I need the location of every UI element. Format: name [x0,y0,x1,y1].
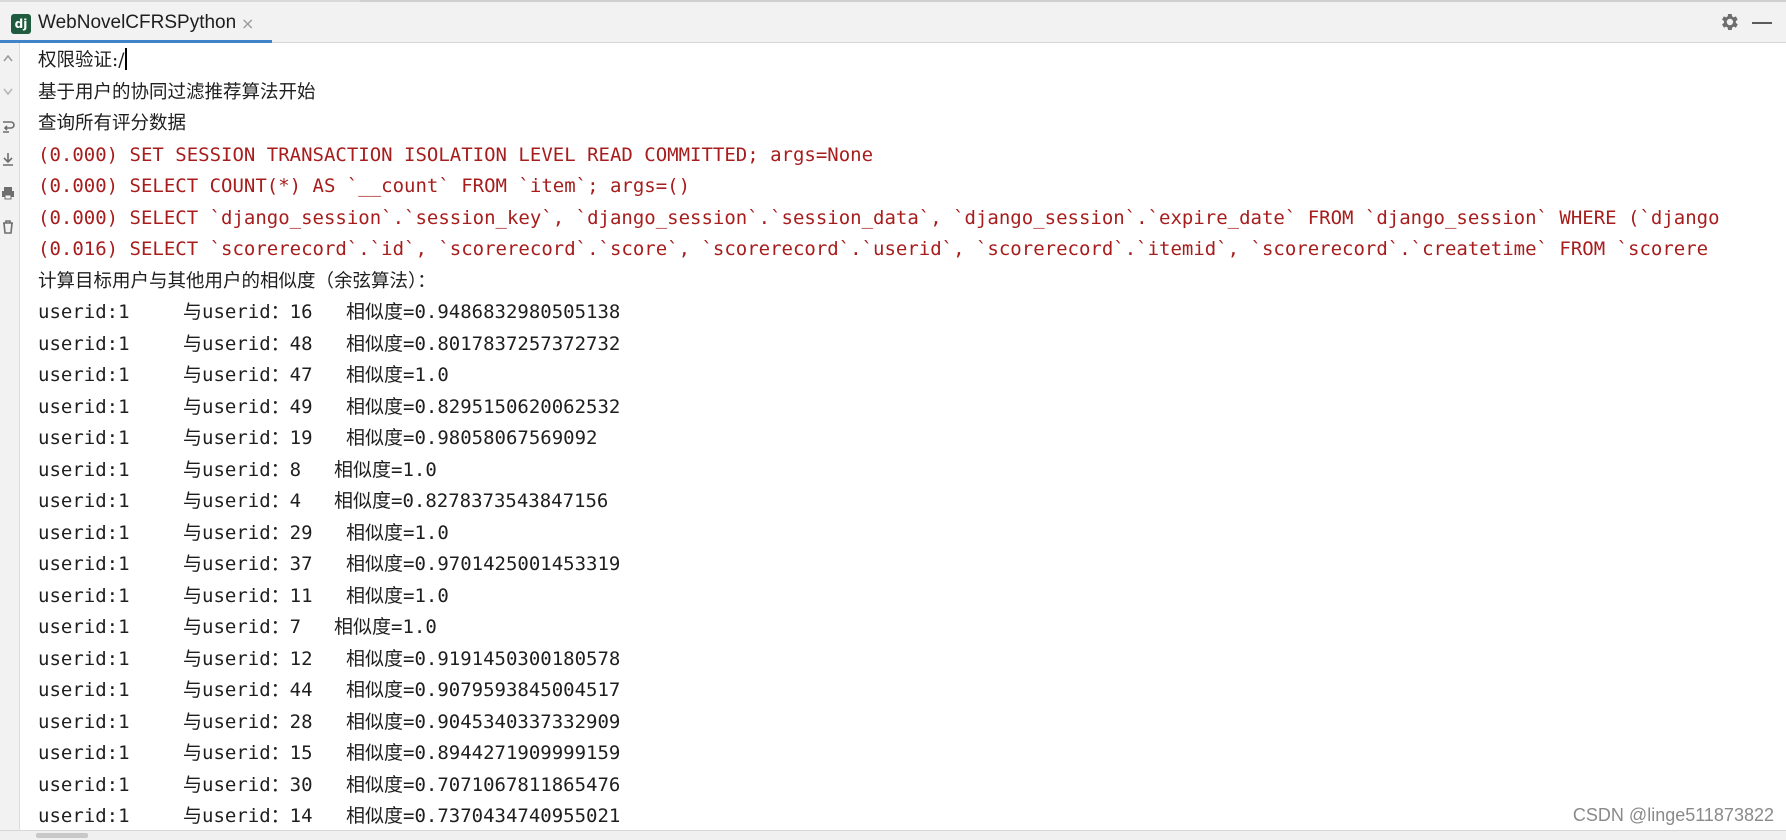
similarity-row: userid:1 与userid：49 相似度=0.8295150620062532 [38,392,1786,424]
up-arrow-icon[interactable] [0,51,16,67]
similarity-value: 相似度=0.9045340337332909 [346,710,621,733]
tool-window-header: dj WebNovelCFRSPython × [0,0,1786,43]
top-border [0,0,1786,2]
similarity-row: userid:1 与userid：4 相似度=0.8278373543847156 [38,486,1786,518]
similarity-value: 相似度=0.9079593845004517 [346,679,621,701]
source-userid: userid:1 [38,490,130,512]
similarity-value: 相似度=0.9486832980505138 [346,301,621,323]
similarity-value: 相似度=1.0 [346,521,449,544]
target-userid: 与userid：37 [183,553,313,575]
source-userid: userid:1 [38,332,130,355]
similarity-value: 相似度=0.8278373543847156 [334,490,609,512]
similarity-rows: userid:1 与userid：16 相似度=0.9486832980505138… [38,297,1786,830]
source-userid: userid:1 [38,773,130,796]
source-userid: userid:1 [38,805,130,827]
target-userid: 与userid：29 [183,521,313,544]
sql-log-line: (0.016) SELECT `scorerecord`.`id`, `scor… [38,238,1709,260]
console-output[interactable]: 权限验证:/ 基于用户的协同过滤推荐算法开始 查询所有评分数据 (0.000) … [38,45,1786,830]
source-userid: userid:1 [38,710,130,733]
target-userid: 与userid：28 [183,710,313,733]
gear-icon[interactable] [1718,11,1740,33]
similarity-row: userid:1 与userid：48 相似度=0.8017837257372732 [38,329,1786,361]
similarity-value: 相似度=1.0 [334,616,437,638]
watermark: CSDN @linge511873822 [1572,805,1774,825]
target-userid: 与userid：8 [183,458,302,481]
target-userid: 与userid：16 [183,301,313,323]
similarity-value: 相似度=0.98058067569092 [346,427,598,449]
target-userid: 与userid：15 [183,742,313,764]
text-cursor [125,48,128,70]
target-userid: 与userid：7 [183,616,302,638]
console-line-start: 基于用户的协同过滤推荐算法开始 [38,81,316,103]
print-icon[interactable] [0,185,16,201]
similarity-value: 相似度=1.0 [334,458,437,481]
similarity-row: userid:1 与userid：47 相似度=1.0 [38,360,1786,392]
source-userid: userid:1 [38,427,130,449]
source-userid: userid:1 [38,364,130,386]
soft-wrap-icon[interactable] [0,119,16,135]
similarity-row: userid:1 与userid：44 相似度=0.9079593845004517 [38,675,1786,707]
target-userid: 与userid：49 [183,395,313,418]
similarity-row: userid:1 与userid：37 相似度=0.9701425001453319 [38,549,1786,581]
trash-icon[interactable] [0,219,16,235]
source-userid: userid:1 [38,679,130,701]
source-userid: userid:1 [38,742,130,764]
similarity-value: 相似度=1.0 [346,584,449,607]
target-userid: 与userid：19 [183,427,313,449]
target-userid: 与userid：48 [183,332,313,355]
console-line-auth: 权限验证:/ [38,45,1786,77]
similarity-row: userid:1 与userid：28 相似度=0.9045340337332909 [38,707,1786,739]
run-tab[interactable]: dj WebNovelCFRSPython × [0,4,272,43]
similarity-row: userid:1 与userid：8 相似度=1.0 [38,455,1786,487]
similarity-value: 相似度=0.9191450300180578 [346,647,621,670]
target-userid: 与userid：44 [183,679,313,701]
similarity-header: 计算目标用户与其他用户的相似度（余弦算法）： [38,270,436,292]
similarity-value: 相似度=0.7071067811865476 [346,773,621,796]
tab-title: WebNovelCFRSPython [38,12,237,33]
scrollbar-thumb[interactable] [36,833,88,838]
similarity-value: 相似度=0.9701425001453319 [346,553,621,575]
similarity-row: userid:1 与userid：12 相似度=0.9191450300180578 [38,644,1786,676]
similarity-row: userid:1 与userid：19 相似度=0.98058067569092 [38,423,1786,455]
sql-log-line: (0.000) SET SESSION TRANSACTION ISOLATIO… [38,143,874,166]
source-userid: userid:1 [38,647,130,670]
django-icon: dj [11,14,31,34]
target-userid: 与userid：14 [183,805,313,827]
source-userid: userid:1 [38,616,130,638]
similarity-row: userid:1 与userid：15 相似度=0.8944271909999159 [38,738,1786,770]
similarity-value: 相似度=0.8017837257372732 [346,332,621,355]
similarity-row: userid:1 与userid：7 相似度=1.0 [38,612,1786,644]
target-userid: 与userid：11 [183,584,313,607]
source-userid: userid:1 [38,301,130,323]
target-userid: 与userid：47 [183,364,313,386]
target-userid: 与userid：4 [183,490,302,512]
target-userid: 与userid：30 [183,773,313,796]
sql-log-line: (0.000) SELECT `django_session`.`session… [38,206,1720,229]
scroll-to-end-icon[interactable] [0,151,16,167]
similarity-row: userid:1 与userid：16 相似度=0.9486832980505138 [38,297,1786,329]
similarity-value: 相似度=0.8944271909999159 [346,742,621,764]
source-userid: userid:1 [38,395,130,418]
similarity-value: 相似度=1.0 [346,364,449,386]
source-userid: userid:1 [38,521,130,544]
close-icon[interactable]: × [241,14,254,33]
source-userid: userid:1 [38,458,130,481]
console-toolbar [0,43,20,830]
similarity-row: userid:1 与userid：30 相似度=0.7071067811865476 [38,770,1786,802]
sql-log-line: (0.000) SELECT COUNT(*) AS `__count` FRO… [38,175,691,197]
source-userid: userid:1 [38,553,130,575]
similarity-row: userid:1 与userid：14 相似度=0.7370434740955021 [38,801,1786,830]
source-userid: userid:1 [38,584,130,607]
console-line-query: 查询所有评分数据 [38,113,187,134]
target-userid: 与userid：12 [183,647,313,670]
similarity-row: userid:1 与userid：11 相似度=1.0 [38,581,1786,613]
minimize-icon[interactable] [1752,22,1772,24]
similarity-value: 相似度=0.8295150620062532 [346,395,621,418]
similarity-value: 相似度=0.7370434740955021 [346,805,621,827]
down-arrow-icon[interactable] [0,83,16,99]
similarity-row: userid:1 与userid：29 相似度=1.0 [38,518,1786,550]
